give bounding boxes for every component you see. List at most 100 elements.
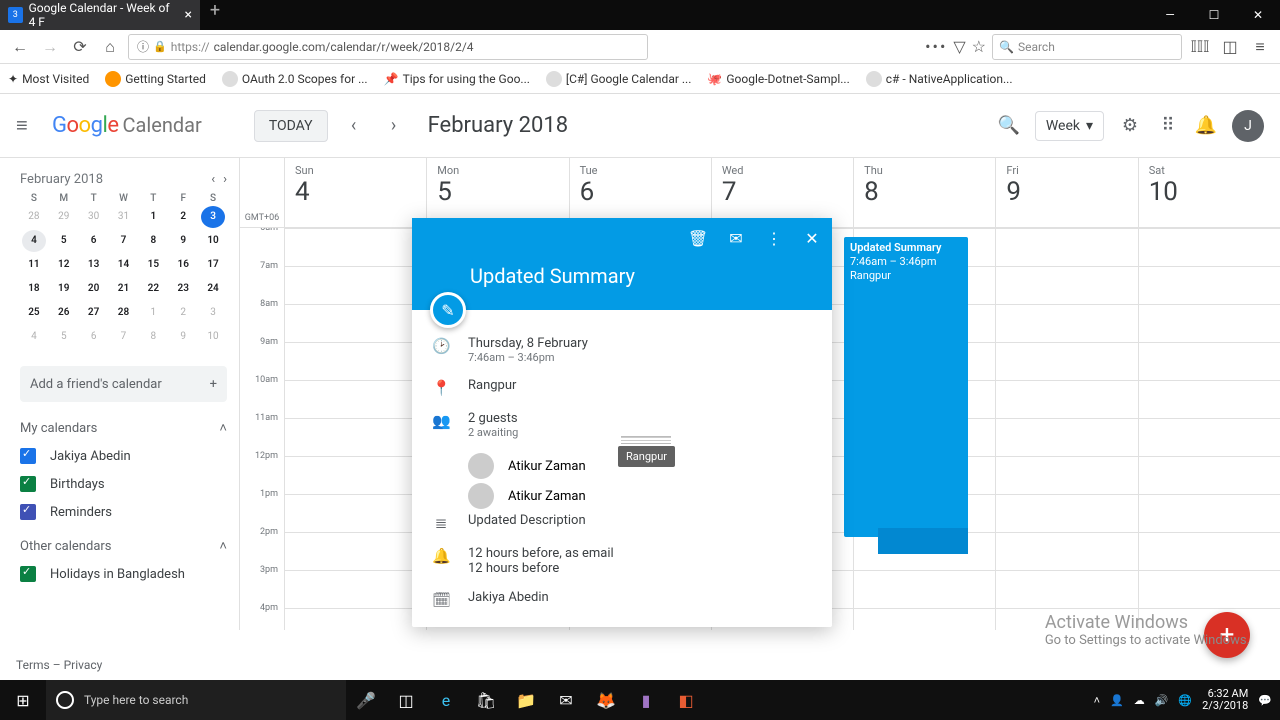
bookmark-item[interactable]: 📌Tips for using the Goo... bbox=[384, 72, 530, 86]
store-icon[interactable]: 🛍 bbox=[466, 691, 506, 710]
day-header[interactable]: Thu8 bbox=[853, 158, 995, 227]
other-calendars-toggle[interactable]: Other calendars˄ bbox=[20, 538, 227, 554]
back-icon[interactable]: ← bbox=[8, 35, 32, 59]
mini-day[interactable]: 3 bbox=[201, 206, 225, 228]
mini-day[interactable]: 4 bbox=[22, 326, 46, 348]
bookmark-item[interactable]: ✦Most Visited bbox=[8, 72, 89, 86]
day-header[interactable]: Mon5 bbox=[426, 158, 568, 227]
time-cell[interactable] bbox=[995, 494, 1137, 532]
mini-day[interactable]: 19 bbox=[52, 278, 76, 300]
day-header[interactable]: Wed7 bbox=[711, 158, 853, 227]
delete-icon[interactable]: 🗑 bbox=[688, 228, 708, 248]
time-cell[interactable] bbox=[1138, 228, 1280, 266]
time-cell[interactable] bbox=[1138, 532, 1280, 570]
time-cell[interactable] bbox=[1138, 380, 1280, 418]
url-bar[interactable]: ⓘ 🔒 https://calendar.google.com/calendar… bbox=[128, 34, 648, 60]
mini-day[interactable]: 5 bbox=[52, 326, 76, 348]
mini-day[interactable]: 29 bbox=[52, 206, 76, 228]
mini-day[interactable]: 10 bbox=[201, 326, 225, 348]
star-icon[interactable]: ☆ bbox=[972, 37, 986, 56]
checkbox-icon[interactable] bbox=[20, 566, 36, 582]
close-icon[interactable]: ✕ bbox=[802, 228, 822, 248]
time-cell[interactable] bbox=[995, 418, 1137, 456]
time-cell[interactable] bbox=[853, 608, 995, 630]
time-cell[interactable] bbox=[995, 266, 1137, 304]
hamburger-icon[interactable]: ≡ bbox=[16, 113, 40, 138]
time-cell[interactable] bbox=[995, 456, 1137, 494]
people-icon[interactable]: 👤 bbox=[1110, 694, 1124, 707]
bookmark-item[interactable]: [C#] Google Calendar ... bbox=[546, 71, 691, 87]
mini-day[interactable]: 25 bbox=[22, 302, 46, 324]
mini-day[interactable]: 12 bbox=[52, 254, 76, 276]
time-cell[interactable] bbox=[284, 304, 426, 342]
user-avatar[interactable]: J bbox=[1232, 110, 1264, 142]
calendar-item[interactable]: Holidays in Bangladesh bbox=[20, 566, 227, 582]
window-maximize-icon[interactable]: ☐ bbox=[1192, 0, 1236, 30]
mini-day[interactable]: 22 bbox=[141, 278, 165, 300]
notification-center-icon[interactable]: 💬 bbox=[1258, 694, 1272, 707]
more-vert-icon[interactable]: ⋮ bbox=[764, 228, 784, 248]
mini-day[interactable]: 4 bbox=[22, 230, 46, 252]
sidebar-icon[interactable]: ◫ bbox=[1218, 37, 1242, 56]
mini-day[interactable]: 31 bbox=[111, 206, 135, 228]
mail-icon[interactable]: ✉ bbox=[546, 691, 586, 710]
mini-day[interactable]: 24 bbox=[201, 278, 225, 300]
my-calendars-toggle[interactable]: My calendars˄ bbox=[20, 420, 227, 436]
taskview-icon[interactable]: ◫ bbox=[386, 691, 426, 710]
apps-icon[interactable]: ⠿ bbox=[1156, 115, 1180, 136]
network-icon[interactable]: 🌐 bbox=[1178, 694, 1192, 707]
library-icon[interactable]: 𝕀𝕀𝕀 bbox=[1188, 37, 1212, 56]
time-cell[interactable] bbox=[1138, 456, 1280, 494]
mini-day[interactable]: 15 bbox=[141, 254, 165, 276]
browser-search[interactable]: 🔍 Search bbox=[992, 34, 1182, 60]
mini-day[interactable]: 7 bbox=[111, 326, 135, 348]
start-button[interactable]: ⊞ bbox=[0, 691, 46, 710]
privacy-link[interactable]: Privacy bbox=[64, 658, 103, 672]
mini-day[interactable]: 27 bbox=[82, 302, 106, 324]
mini-day[interactable]: 1 bbox=[141, 302, 165, 324]
bookmark-item[interactable]: 🐙Google-Dotnet-Sampl... bbox=[707, 72, 849, 86]
bookmark-item[interactable]: c# - NativeApplication... bbox=[866, 71, 1013, 87]
time-cell[interactable] bbox=[1138, 304, 1280, 342]
time-cell[interactable] bbox=[995, 342, 1137, 380]
mini-day[interactable]: 6 bbox=[82, 326, 106, 348]
mic-icon[interactable]: 🎤 bbox=[346, 691, 386, 710]
time-cell[interactable] bbox=[284, 228, 426, 266]
window-close-icon[interactable]: ✕ bbox=[1236, 0, 1280, 30]
explorer-icon[interactable]: 📁 bbox=[506, 691, 546, 710]
mini-day[interactable]: 16 bbox=[171, 254, 195, 276]
day-header[interactable]: Sun4 bbox=[284, 158, 426, 227]
calendar-item[interactable]: Birthdays bbox=[20, 476, 227, 492]
time-cell[interactable] bbox=[995, 570, 1137, 608]
time-cell[interactable] bbox=[995, 228, 1137, 266]
event-block[interactable]: Updated Summary 7:46am – 3:46pm Rangpur bbox=[844, 237, 968, 537]
mini-day[interactable]: 14 bbox=[111, 254, 135, 276]
mini-day[interactable]: 9 bbox=[171, 230, 195, 252]
day-header[interactable]: Fri9 bbox=[995, 158, 1137, 227]
mini-day[interactable]: 21 bbox=[111, 278, 135, 300]
notifications-icon[interactable]: 🔔 bbox=[1194, 115, 1218, 136]
taskbar-clock[interactable]: 6:32 AM 2/3/2018 bbox=[1202, 688, 1248, 712]
prev-week-button[interactable]: ‹ bbox=[340, 112, 368, 140]
new-tab-button[interactable]: + bbox=[200, 0, 230, 21]
mini-day[interactable]: 9 bbox=[171, 326, 195, 348]
time-cell[interactable] bbox=[853, 570, 995, 608]
bookmark-item[interactable]: Getting Started bbox=[105, 71, 206, 87]
mini-day[interactable]: 8 bbox=[141, 230, 165, 252]
plus-icon[interactable]: + bbox=[210, 377, 217, 392]
mini-prev-icon[interactable]: ‹ bbox=[211, 172, 215, 187]
vs-icon[interactable]: ▮ bbox=[626, 691, 666, 710]
mini-day[interactable]: 6 bbox=[82, 230, 106, 252]
time-cell[interactable] bbox=[995, 532, 1137, 570]
close-tab-icon[interactable]: × bbox=[185, 7, 192, 23]
forward-icon[interactable]: → bbox=[38, 35, 62, 59]
mini-day[interactable]: 23 bbox=[171, 278, 195, 300]
time-cell[interactable] bbox=[995, 304, 1137, 342]
mini-day[interactable]: 28 bbox=[22, 206, 46, 228]
window-minimize-icon[interactable]: — bbox=[1148, 0, 1192, 30]
mini-day[interactable]: 10 bbox=[201, 230, 225, 252]
tray-chevron-icon[interactable]: ˄ bbox=[1094, 694, 1100, 707]
mini-day[interactable]: 11 bbox=[22, 254, 46, 276]
time-cell[interactable] bbox=[284, 342, 426, 380]
mini-day[interactable]: 3 bbox=[201, 302, 225, 324]
